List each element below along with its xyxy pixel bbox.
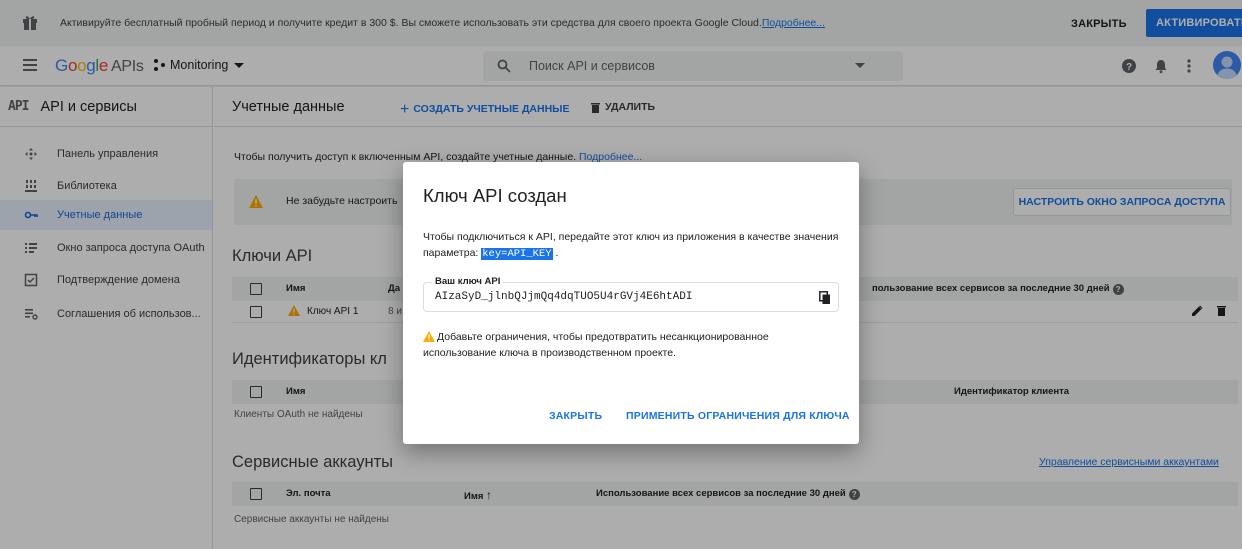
restriction-warning: Добавьте ограничения, чтобы предотвратит… bbox=[423, 329, 843, 361]
dialog-close-button[interactable]: ЗАКРЫТЬ bbox=[549, 410, 602, 422]
dialog-title: Ключ API создан bbox=[423, 185, 567, 206]
api-key-created-dialog: Ключ API создан Чтобы подключиться к API… bbox=[403, 162, 859, 444]
api-key-field-label: Ваш ключ API bbox=[432, 276, 504, 287]
dialog-description-end: . bbox=[555, 247, 559, 259]
api-key-value[interactable]: AIzaSyD_jlnbQJjmQq4dqTUO5U4rGVj4E6htADI bbox=[435, 291, 692, 303]
copy-icon[interactable] bbox=[819, 291, 831, 305]
dialog-description: Чтобы подключиться к API, передайте этот… bbox=[423, 229, 843, 262]
warning-icon bbox=[423, 331, 435, 342]
restrict-key-button[interactable]: ПРИМЕНИТЬ ОГРАНИЧЕНИЯ ДЛЯ КЛЮЧА bbox=[626, 410, 850, 422]
key-param-highlight[interactable]: key=API_KEY bbox=[481, 248, 553, 260]
api-key-field[interactable]: Ваш ключ API AIzaSyD_jlnbQJjmQq4dqTUO5U4… bbox=[423, 276, 839, 312]
restriction-warning-text: Добавьте ограничения, чтобы предотвратит… bbox=[423, 331, 769, 359]
